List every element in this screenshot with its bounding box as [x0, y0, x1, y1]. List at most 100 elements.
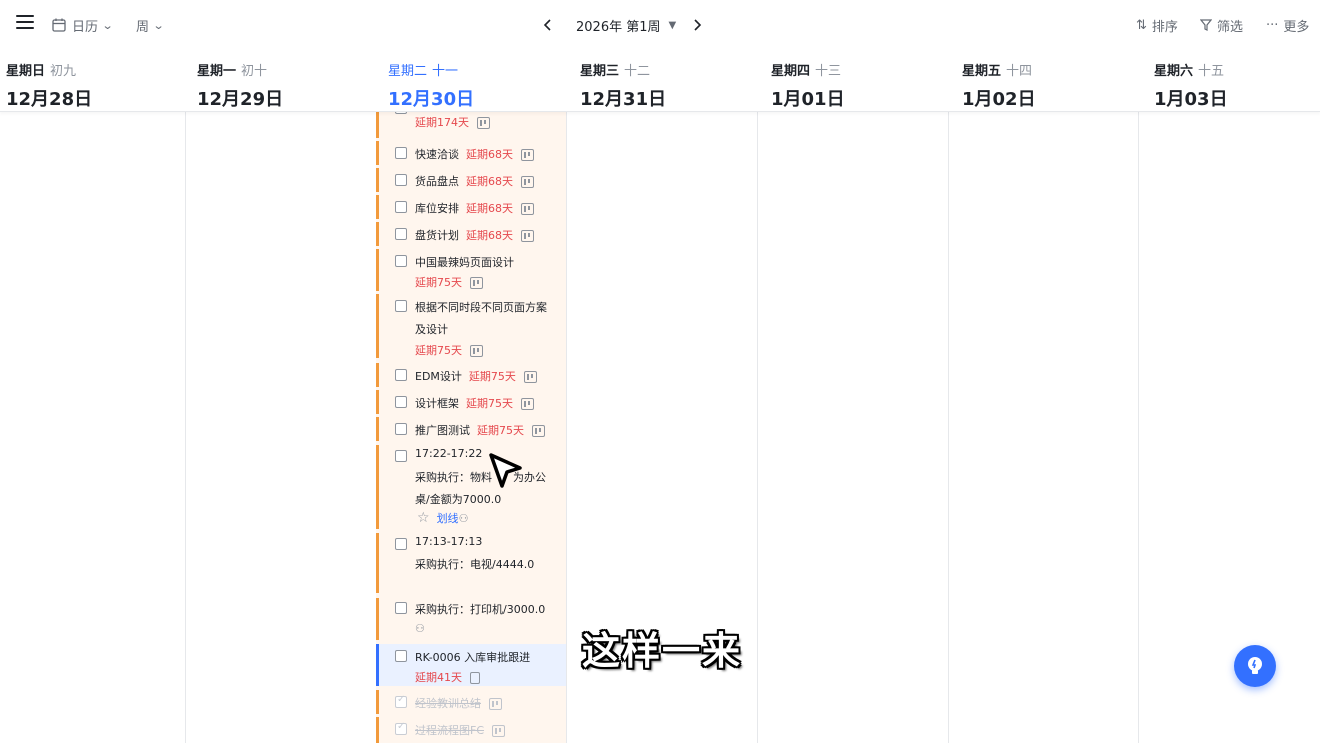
date-label: 12月28日: [6, 89, 93, 110]
document-icon[interactable]: [470, 672, 480, 684]
task-item[interactable]: 根据不同时段不同页面方案 及设计 延期75天: [376, 294, 566, 358]
task-item[interactable]: 设计框架 延期75天: [376, 390, 566, 414]
kanban-icon[interactable]: [532, 425, 545, 437]
view-switcher[interactable]: 日历 ⌄: [52, 14, 114, 36]
task-item-completed[interactable]: 过程流程图FC: [376, 717, 566, 743]
weekday-label: 星期一: [197, 64, 237, 79]
task-checkbox[interactable]: [395, 174, 407, 186]
task-checkbox[interactable]: [395, 228, 407, 240]
weekday-label: 星期四: [771, 64, 811, 79]
overdue-label: 延期75天: [468, 370, 516, 383]
task-item[interactable]: EDM设计 延期75天: [376, 363, 566, 387]
lunar-label: 十三: [815, 64, 842, 79]
kanban-icon[interactable]: [521, 203, 534, 215]
task-title: 库位安排: [415, 202, 459, 215]
period-label: 2026年 第1周: [576, 19, 661, 35]
task-title: RK-0006 入库审批跟进: [415, 651, 531, 664]
task-desc: 采购执行：打印机/3000.0: [415, 603, 546, 616]
view-label: 日历: [72, 19, 99, 35]
today-column[interactable]: 延期174天 快速洽谈 延期68天 货品盘点 延期68天 库位安排 延期68天 …: [376, 112, 566, 743]
more-button[interactable]: ··· 更多: [1266, 14, 1309, 36]
task-item[interactable]: 货品盘点 延期68天: [376, 168, 566, 192]
task-item[interactable]: 盘货计划 延期68天: [376, 222, 566, 246]
overdue-label: 延期68天: [466, 202, 513, 215]
day-header[interactable]: 星期六 十五 1月03日: [1154, 60, 1228, 111]
next-week-button[interactable]: [692, 14, 702, 36]
kanban-icon[interactable]: [489, 698, 502, 710]
range-switcher[interactable]: 周 ⌄: [136, 14, 165, 36]
task-checkbox[interactable]: [395, 602, 407, 614]
weekday-label: 星期六: [1154, 64, 1194, 79]
task-item[interactable]: 库位安排 延期68天: [376, 195, 566, 219]
task-item[interactable]: RK-0006 入库审批跟进 延期41天: [376, 644, 566, 686]
kanban-icon[interactable]: [521, 230, 534, 242]
day-header[interactable]: 星期四 十三 1月01日: [771, 60, 845, 111]
task-title: 快速洽谈: [415, 148, 459, 161]
task-item[interactable]: 17:22-17:22 采购执行：物料 为办公 桌/金额为7000.0 ☆ 划线…: [376, 445, 566, 529]
kanban-icon[interactable]: [521, 176, 534, 188]
day-header[interactable]: 星期一 初十 12月29日: [197, 60, 283, 111]
task-checkbox[interactable]: [395, 300, 407, 312]
task-title: 中国最辣妈页面设计: [415, 256, 514, 269]
chevron-right-icon: [694, 19, 702, 31]
overdue-label: 延期174天: [415, 116, 469, 129]
overdue-label: 延期68天: [466, 175, 513, 188]
task-checkbox[interactable]: [395, 255, 407, 267]
task-link[interactable]: 划线: [437, 512, 459, 525]
star-icon[interactable]: ☆: [417, 510, 430, 526]
task-item[interactable]: 延期174天: [376, 112, 566, 138]
kanban-icon[interactable]: [477, 117, 490, 129]
task-item-completed[interactable]: 经验教训总结: [376, 690, 566, 714]
sort-button[interactable]: ⇅ 排序: [1136, 14, 1178, 36]
task-desc: 采购执行：物料: [415, 471, 492, 484]
task-checkbox[interactable]: [395, 450, 407, 462]
task-checkbox[interactable]: [395, 147, 407, 159]
task-checkbox[interactable]: [395, 396, 407, 408]
sort-label: 排序: [1151, 19, 1178, 35]
task-item[interactable]: 中国最辣妈页面设计 延期75天: [376, 249, 566, 291]
period-selector[interactable]: 2026年 第1周 ▼: [576, 14, 676, 36]
day-header[interactable]: 星期三 十二 12月31日: [580, 60, 666, 111]
task-checkbox[interactable]: [395, 694, 407, 708]
kanban-icon[interactable]: [492, 725, 506, 737]
weekday-label: 星期二: [388, 64, 428, 79]
kanban-icon[interactable]: [521, 149, 534, 161]
task-checkbox[interactable]: [395, 112, 407, 114]
menu-icon[interactable]: [16, 15, 34, 31]
task-title: 货品盘点: [415, 175, 459, 188]
task-checkbox[interactable]: [395, 201, 407, 213]
task-checkbox[interactable]: [395, 369, 407, 381]
column-divider: [185, 112, 186, 743]
task-title-continued: 及设计: [415, 323, 448, 336]
task-item[interactable]: 17:13-17:13 采购执行：电视/4444.0: [376, 533, 566, 593]
column-divider: [566, 112, 567, 743]
date-label: 12月30日: [388, 89, 475, 110]
kanban-icon[interactable]: [470, 345, 483, 357]
day-header[interactable]: 星期五 十四 1月02日: [962, 60, 1036, 111]
task-checkbox[interactable]: [395, 423, 407, 435]
prev-week-button[interactable]: [543, 14, 553, 36]
weekday-label: 星期三: [580, 64, 620, 79]
filter-button[interactable]: 筛选: [1200, 14, 1243, 36]
day-header[interactable]: 星期日 初九 12月28日: [6, 60, 92, 111]
lunar-label: 十二: [624, 64, 651, 79]
day-header-today[interactable]: 星期二 十一 12月30日: [388, 60, 474, 111]
lunar-label: 十一: [432, 64, 459, 79]
task-title: 根据不同时段不同页面方案: [415, 301, 547, 314]
task-item[interactable]: 采购执行：打印机/3000.0 ⚇: [376, 598, 566, 640]
kanban-icon[interactable]: [521, 398, 534, 410]
date-label: 12月29日: [197, 89, 284, 110]
task-title: 过程流程图FC: [415, 724, 485, 737]
robot-icon: ⚇: [415, 622, 425, 635]
task-checkbox[interactable]: [395, 650, 407, 662]
task-item[interactable]: 快速洽谈 延期68天: [376, 141, 566, 165]
assistant-button[interactable]: [1234, 645, 1276, 687]
task-checkbox[interactable]: [395, 721, 407, 735]
kanban-icon[interactable]: [470, 277, 483, 289]
task-item[interactable]: 推广图测试 延期75天: [376, 417, 566, 441]
overdue-label: 延期75天: [415, 344, 462, 357]
kanban-icon[interactable]: [523, 371, 537, 383]
task-time: 17:22-17:22: [415, 447, 483, 460]
lunar-label: 初九: [50, 64, 77, 79]
task-checkbox[interactable]: [395, 538, 407, 550]
